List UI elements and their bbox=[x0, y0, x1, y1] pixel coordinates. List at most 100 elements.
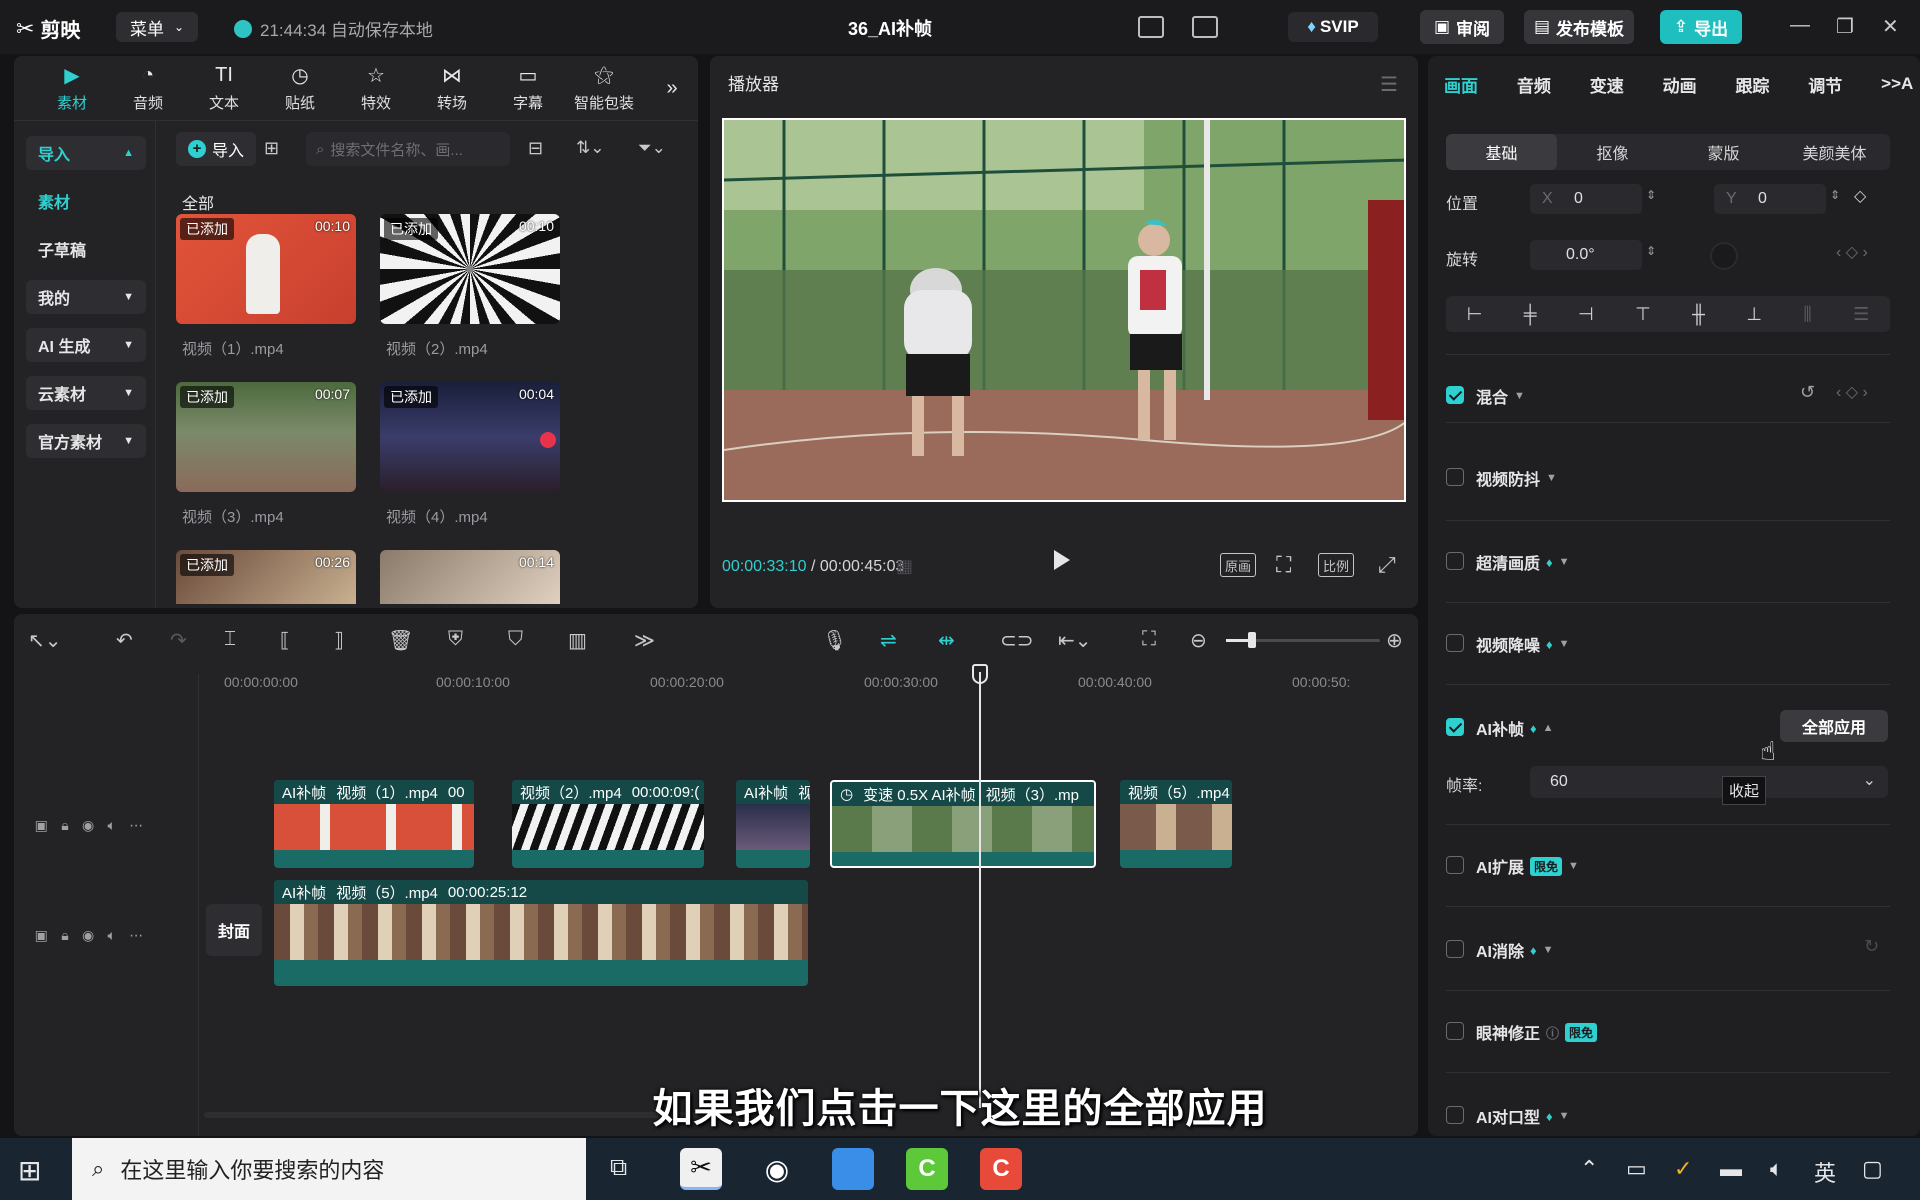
distribute-v-icon[interactable]: ☰ bbox=[1853, 304, 1869, 325]
more-tabs-icon[interactable]: >>A bbox=[1881, 74, 1920, 94]
fit-icon[interactable]: ⛶ bbox=[1142, 628, 1156, 651]
blend-checkbox[interactable] bbox=[1446, 386, 1464, 404]
security-icon[interactable]: ✓ bbox=[1674, 1156, 1692, 1182]
eye-icon[interactable]: ◉ bbox=[82, 817, 94, 834]
align-top-icon[interactable]: ⊤ bbox=[1635, 304, 1651, 325]
rotate-field[interactable]: 0.0° bbox=[1530, 240, 1642, 270]
align-left-icon[interactable]: ⊢ bbox=[1467, 304, 1483, 325]
close-icon[interactable]: ✕ bbox=[1882, 14, 1899, 39]
screenshot-icon[interactable]: ⛶ bbox=[1276, 552, 1291, 578]
rotate-dial[interactable] bbox=[1710, 242, 1738, 270]
sidebar-item-import[interactable]: 导入 ▲ bbox=[26, 136, 146, 170]
track-video-icon[interactable]: ▣ bbox=[35, 817, 48, 834]
keyframe-nav-icon[interactable]: ‹ ◇ › bbox=[1836, 242, 1868, 262]
denoise-section[interactable]: 视频降噪 ♦ ▼ bbox=[1476, 632, 1570, 656]
distribute-h-icon[interactable]: ⫼ bbox=[1803, 304, 1811, 325]
tab-picture[interactable]: 画面 bbox=[1444, 72, 1517, 97]
more-tools-icon[interactable]: ≫ bbox=[634, 628, 655, 653]
chevron-up-icon[interactable]: ⌃ bbox=[1580, 1156, 1598, 1182]
hamburger-menu-icon[interactable]: ☰ bbox=[1380, 72, 1398, 97]
delete-icon[interactable]: 🗑 bbox=[388, 628, 413, 653]
sidebar-item-subdraft[interactable]: 子草稿 bbox=[26, 232, 146, 266]
select-cursor-icon[interactable]: ↖⌄ bbox=[28, 628, 62, 653]
capcut-app-icon[interactable]: ✂ bbox=[680, 1148, 722, 1190]
redo-icon[interactable]: ↷ bbox=[170, 628, 187, 653]
zoom-slider[interactable] bbox=[1226, 632, 1380, 648]
shield-icon[interactable]: ⛨ bbox=[448, 628, 463, 651]
subtab-basic[interactable]: 基础 bbox=[1446, 134, 1557, 170]
tab-transition[interactable]: ⋈ 转场 bbox=[414, 56, 490, 120]
task-view-icon[interactable]: ⧉ bbox=[610, 1154, 627, 1182]
taskbar-search[interactable]: ⌕ 在这里输入你要搜索的内容 bbox=[72, 1138, 586, 1200]
original-quality-button[interactable]: 原画 bbox=[1220, 553, 1257, 577]
more-tabs-button[interactable]: » bbox=[650, 56, 694, 120]
help-icon[interactable]: ⓘ bbox=[1546, 1023, 1559, 1042]
stabilize-section[interactable]: 视频防抖 ▼ bbox=[1476, 466, 1557, 490]
reset-icon[interactable]: ↺ bbox=[1800, 382, 1815, 403]
svip-button[interactable]: ♦ SVIP bbox=[1288, 12, 1378, 42]
file-explorer-icon[interactable] bbox=[832, 1148, 874, 1190]
subtab-cutout[interactable]: 抠像 bbox=[1557, 134, 1668, 170]
media-thumb-1[interactable]: 已添加 00:10 bbox=[176, 214, 356, 324]
tab-smart-pack[interactable]: ⚝ 智能包装 bbox=[566, 56, 642, 120]
sidebar-item-cloud[interactable]: 云素材 ▼ bbox=[26, 376, 146, 410]
camtasia-green-icon[interactable]: C bbox=[906, 1148, 948, 1190]
cover-button[interactable]: 封面 bbox=[206, 904, 262, 956]
time-ruler[interactable]: 00:00:00:00 00:00:10:00 00:00:20:00 00:0… bbox=[224, 674, 1418, 696]
tab-adjust[interactable]: 调节 bbox=[1808, 72, 1881, 97]
split-left-icon[interactable]: ⟦ bbox=[280, 628, 290, 653]
stepper-icon[interactable]: ⇕ bbox=[1646, 244, 1656, 258]
import-button[interactable]: + 导入 bbox=[176, 132, 256, 166]
minimize-icon[interactable]: — bbox=[1790, 14, 1810, 37]
ai-expand-section[interactable]: AI扩展 限免 ▼ bbox=[1476, 854, 1579, 878]
lock-icon[interactable]: 🔒︎ bbox=[61, 817, 68, 834]
ratio-button[interactable]: 比例 bbox=[1318, 553, 1355, 577]
fullscreen-icon[interactable]: ⤢ bbox=[1378, 552, 1396, 578]
preview-axis-icon[interactable]: ⇤⌄ bbox=[1058, 628, 1092, 653]
tab-text[interactable]: TI 文本 bbox=[186, 56, 262, 120]
media-thumb-6[interactable]: 00:14 bbox=[380, 550, 560, 604]
obs-app-icon[interactable]: ◉ bbox=[756, 1148, 798, 1190]
ai-frame-checkbox[interactable] bbox=[1446, 718, 1464, 736]
microphone-icon[interactable]: 🎙 bbox=[822, 628, 847, 653]
media-thumb-4[interactable]: 已添加 00:04 bbox=[380, 382, 560, 492]
stabilize-checkbox[interactable] bbox=[1446, 468, 1464, 486]
layout-icon[interactable] bbox=[1192, 16, 1218, 38]
ime-indicator[interactable]: 英 bbox=[1814, 1156, 1836, 1188]
timeline-clip-4[interactable]: ◷ 变速 0.5X AI补帧 视频（3）.mp bbox=[830, 780, 1096, 868]
restore-icon[interactable]: ❐ bbox=[1836, 14, 1854, 39]
layout-toggle-icon[interactable]: ⊟ bbox=[528, 138, 543, 159]
tab-effects[interactable]: ☆ 特效 bbox=[338, 56, 414, 120]
grid-view-icon[interactable]: ⊞ bbox=[264, 138, 279, 159]
marker-icon[interactable]: ⛉ bbox=[508, 628, 523, 651]
network-icon[interactable]: ▭ bbox=[1626, 1156, 1647, 1182]
publish-template-button[interactable]: ▤ 发布模板 bbox=[1524, 10, 1634, 44]
review-button[interactable]: ▣ 审阅 bbox=[1420, 10, 1504, 44]
play-icon[interactable] bbox=[1054, 550, 1070, 570]
subtab-mask[interactable]: 蒙版 bbox=[1668, 134, 1779, 170]
hd-section[interactable]: 超清画质 ♦ ▼ bbox=[1476, 550, 1570, 574]
filter-icon[interactable]: ⏷⌄ bbox=[638, 138, 666, 158]
align-center-v-icon[interactable]: ╫ bbox=[1692, 304, 1705, 325]
ai-frame-section[interactable]: AI补帧 ♦ ▲ bbox=[1476, 716, 1554, 740]
tab-subtitle[interactable]: ▭ 字幕 bbox=[490, 56, 566, 120]
video-preview[interactable] bbox=[722, 118, 1406, 502]
blend-section[interactable]: 混合 ▼ bbox=[1476, 384, 1525, 408]
split-right-icon[interactable]: ⟧ bbox=[334, 628, 344, 653]
tab-sticker[interactable]: ◷ 贴纸 bbox=[262, 56, 338, 120]
reset-icon[interactable]: ↻ bbox=[1864, 936, 1879, 957]
split-icon[interactable]: ⌶ bbox=[224, 628, 236, 651]
auto-snap-icon[interactable]: ⇹ bbox=[938, 628, 955, 653]
magnet-link-icon[interactable]: ⇌ bbox=[880, 628, 897, 653]
tab-speed[interactable]: 变速 bbox=[1590, 72, 1663, 97]
ai-erase-checkbox[interactable] bbox=[1446, 940, 1464, 958]
align-bottom-icon[interactable]: ⊥ bbox=[1746, 304, 1762, 325]
media-thumb-2[interactable]: 已添加 00:10 bbox=[380, 214, 560, 324]
sidebar-item-ai-gen[interactable]: AI 生成 ▼ bbox=[26, 328, 146, 362]
eye-fix-section[interactable]: 眼神修正 ⓘ 限免 bbox=[1476, 1020, 1598, 1044]
denoise-checkbox[interactable] bbox=[1446, 634, 1464, 652]
ai-erase-section[interactable]: AI消除 ♦ ▼ bbox=[1476, 938, 1554, 962]
ai-expand-checkbox[interactable] bbox=[1446, 856, 1464, 874]
battery-icon[interactable]: ▬ bbox=[1720, 1156, 1742, 1182]
crop-frame-icon[interactable]: ▥ bbox=[568, 628, 587, 653]
